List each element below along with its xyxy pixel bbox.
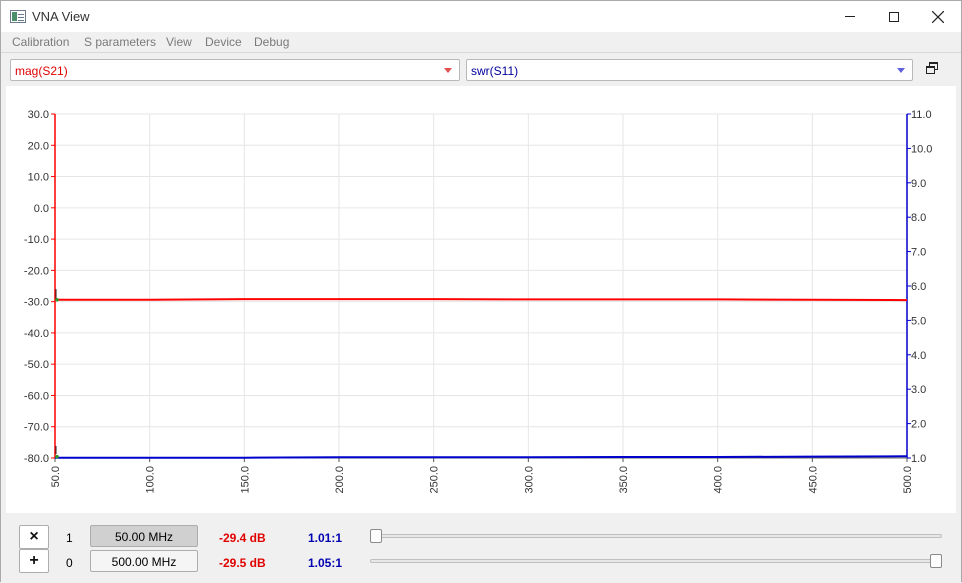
chart: 50.0 100.0 150.0 200.0 250.0 300.0 350.0 400.0 4… bbox=[24, 109, 933, 494]
y-left-tick-label: -80.0 bbox=[24, 453, 49, 465]
chevron-down-icon bbox=[897, 68, 905, 73]
marker-slider-handle[interactable] bbox=[370, 529, 382, 543]
window-title: VNA View bbox=[32, 9, 90, 24]
y-right-tick-label: 8.0 bbox=[911, 212, 926, 224]
series-line-mags21 bbox=[55, 298, 908, 302]
y-left-tick-label: -60.0 bbox=[24, 390, 49, 402]
maximize-button[interactable] bbox=[871, 1, 917, 32]
app-window: VNA View Calibration S parameters View D… bbox=[0, 0, 962, 583]
y-right-tick-label: 6.0 bbox=[911, 281, 926, 293]
marker-slider-track[interactable] bbox=[370, 534, 942, 538]
menu-bar: Calibration S parameters View Device Deb… bbox=[1, 32, 961, 52]
x-tick-label: 450.0 bbox=[807, 466, 819, 494]
right-trace-select[interactable]: swr(S11) bbox=[466, 59, 913, 81]
x-tick-label: 50.0 bbox=[50, 466, 62, 487]
x-tick-label: 300.0 bbox=[523, 466, 535, 494]
marker-frequency-field[interactable]: 500.00 MHz bbox=[90, 550, 198, 572]
right-trace-label: swr(S11) bbox=[471, 64, 519, 78]
y-right-tick-label: 5.0 bbox=[911, 315, 926, 327]
y-right-tick-label: 3.0 bbox=[911, 384, 926, 396]
detach-window-button[interactable] bbox=[926, 62, 940, 76]
y-right-tick-label: 9.0 bbox=[911, 178, 926, 190]
title-bar: VNA View bbox=[1, 1, 961, 32]
add-marker-button[interactable]: + bbox=[19, 549, 49, 573]
y-left-tick-label: -30.0 bbox=[24, 297, 49, 309]
x-tick-label: 200.0 bbox=[334, 466, 346, 494]
menu-debug[interactable]: Debug bbox=[254, 35, 289, 49]
y-right-tick-label: 4.0 bbox=[911, 350, 926, 362]
y-left-tick-label: -10.0 bbox=[24, 234, 49, 246]
close-icon bbox=[932, 10, 944, 23]
chevron-down-icon bbox=[444, 68, 452, 73]
y-left-tick-label: -50.0 bbox=[24, 359, 49, 371]
y-right-tick-label: 2.0 bbox=[911, 419, 926, 431]
toolbar: mag(S21) swr(S11) bbox=[1, 52, 961, 86]
marker-slider-handle[interactable] bbox=[930, 554, 942, 568]
marker-magnitude: -29.5 dB bbox=[219, 556, 266, 570]
marker-swr: 1.05:1 bbox=[308, 556, 343, 570]
marker-magnitude: -29.4 dB bbox=[219, 531, 266, 545]
y-left-tick-label: 0.0 bbox=[34, 203, 49, 215]
y-right-tick-label: 11.0 bbox=[911, 109, 932, 121]
menu-calibration[interactable]: Calibration bbox=[12, 35, 69, 49]
marker-index: 0 bbox=[66, 556, 73, 570]
marker-frequency-field[interactable]: 50.00 MHz bbox=[90, 525, 198, 547]
x-tick-label: 400.0 bbox=[713, 466, 725, 494]
x-tick-label: 250.0 bbox=[429, 466, 441, 494]
y-right-tick-label: 10.0 bbox=[911, 143, 932, 155]
left-trace-select[interactable]: mag(S21) bbox=[10, 59, 460, 81]
y-left-tick-label: 20.0 bbox=[28, 140, 49, 152]
x-tick-label: 100.0 bbox=[145, 466, 157, 494]
y-left-tick-label: 10.0 bbox=[28, 172, 49, 184]
app-icon bbox=[10, 10, 26, 23]
y-left-tick-label: -40.0 bbox=[24, 328, 49, 340]
marker-1-point bbox=[55, 297, 59, 302]
series-line-swrs11 bbox=[55, 455, 908, 459]
marker-panel: × 1 50.00 MHz -29.4 dB 1.01:1 + 0 500.00… bbox=[1, 513, 961, 583]
y-right-tick-label: 1.0 bbox=[911, 453, 926, 465]
menu-s-parameters[interactable]: S parameters bbox=[84, 35, 156, 49]
maximize-icon bbox=[889, 11, 899, 22]
x-tick-label: 500.0 bbox=[902, 466, 914, 494]
y-left-tick-label: 30.0 bbox=[28, 109, 49, 121]
chart-area[interactable]: 50.0 100.0 150.0 200.0 250.0 300.0 350.0 400.0 4… bbox=[6, 86, 956, 513]
y-right-tick-label: 7.0 bbox=[911, 247, 926, 259]
menu-device[interactable]: Device bbox=[205, 35, 242, 49]
marker-swr: 1.01:1 bbox=[308, 531, 343, 545]
y-left-tick-label: -70.0 bbox=[24, 422, 49, 434]
menu-view[interactable]: View bbox=[166, 35, 192, 49]
y-left-tick-label: -20.0 bbox=[24, 265, 49, 277]
marker-slider-track[interactable] bbox=[370, 559, 942, 563]
close-button[interactable] bbox=[915, 1, 961, 32]
detach-icon bbox=[926, 66, 935, 74]
left-trace-label: mag(S21) bbox=[15, 64, 68, 78]
marker-0-point bbox=[55, 454, 59, 459]
x-tick-label: 150.0 bbox=[239, 466, 251, 494]
minimize-button[interactable] bbox=[827, 1, 873, 32]
remove-marker-button[interactable]: × bbox=[19, 525, 49, 549]
x-tick-label: 350.0 bbox=[618, 466, 630, 494]
marker-index: 1 bbox=[66, 531, 73, 545]
minimize-icon bbox=[845, 16, 855, 17]
